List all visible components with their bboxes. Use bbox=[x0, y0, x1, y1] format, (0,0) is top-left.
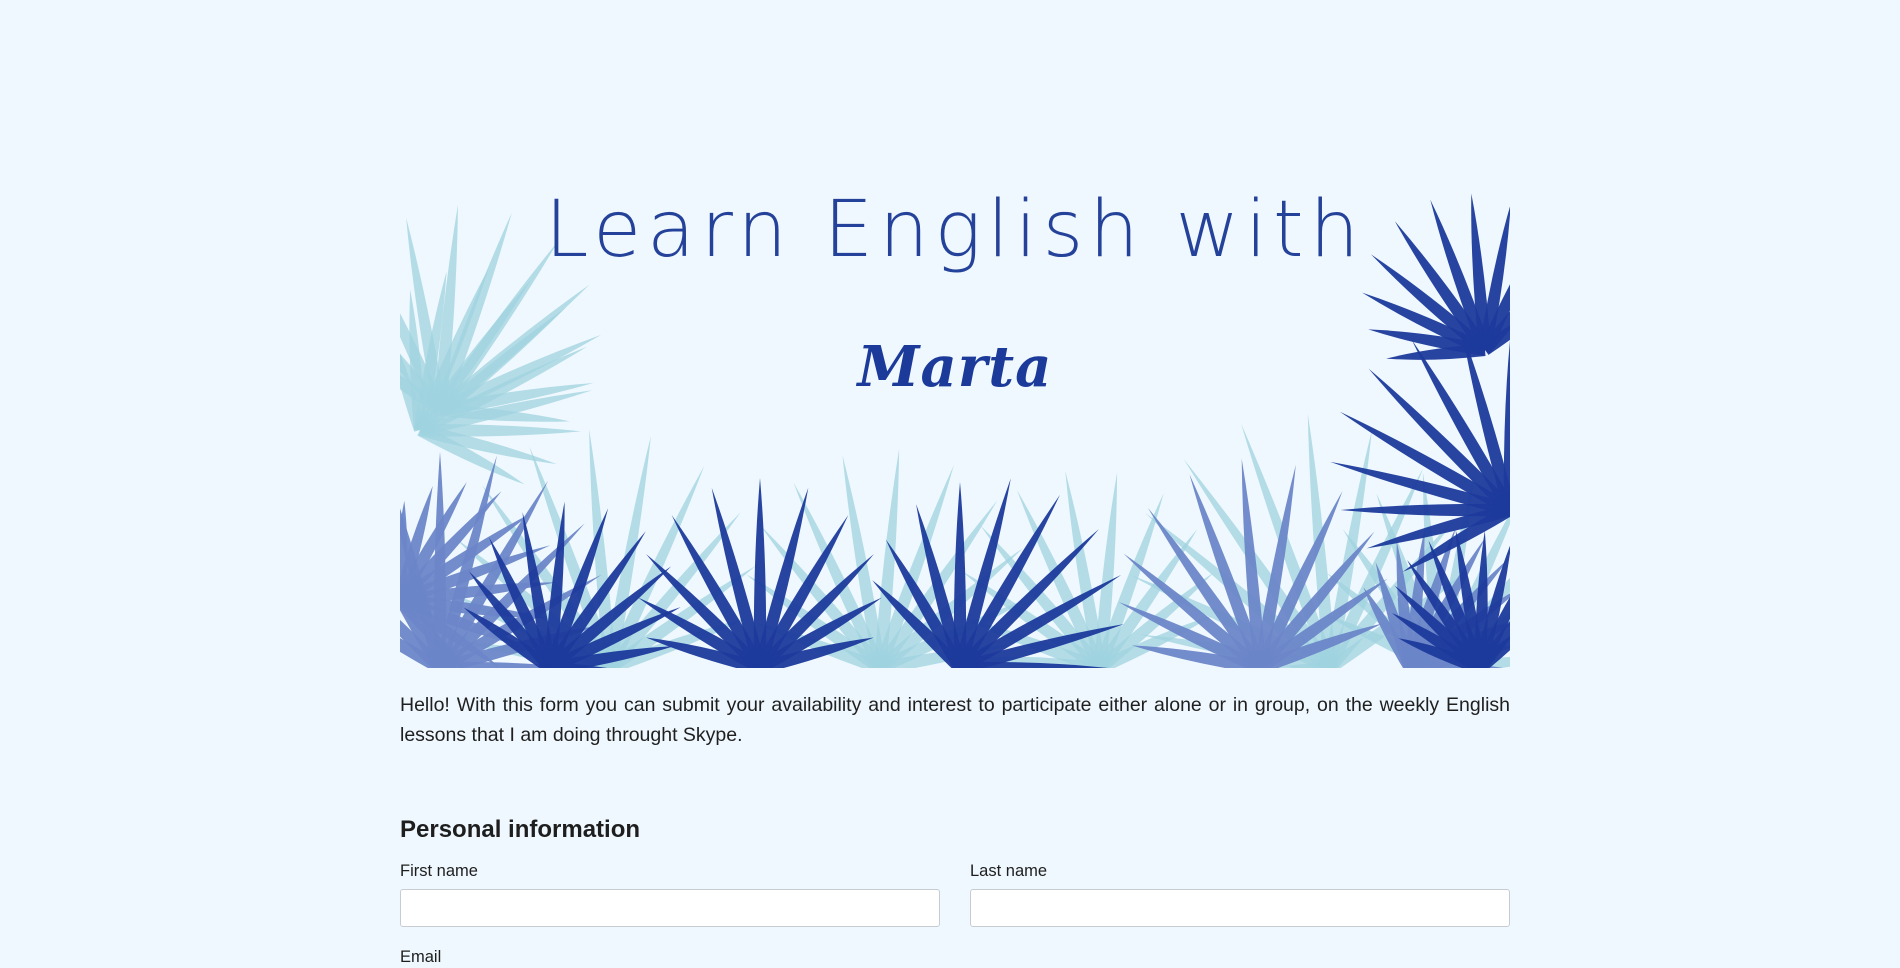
hero-title: Learn English with bbox=[544, 185, 1366, 275]
last-name-label: Last name bbox=[970, 862, 1048, 880]
first-name-label: First name bbox=[400, 862, 478, 880]
last-name-field: Last name bbox=[970, 860, 1510, 927]
hero-name: Marta bbox=[857, 334, 1053, 400]
email-label: Email bbox=[400, 948, 442, 966]
hero-banner: Learn English with Marta bbox=[400, 180, 1510, 668]
intro-text: Hello! With this form you can submit you… bbox=[400, 694, 1510, 746]
first-name-input[interactable] bbox=[400, 889, 940, 927]
last-name-input[interactable] bbox=[970, 889, 1510, 927]
section-title-personal-information: Personal information bbox=[400, 816, 641, 843]
first-name-field: First name bbox=[400, 860, 940, 927]
